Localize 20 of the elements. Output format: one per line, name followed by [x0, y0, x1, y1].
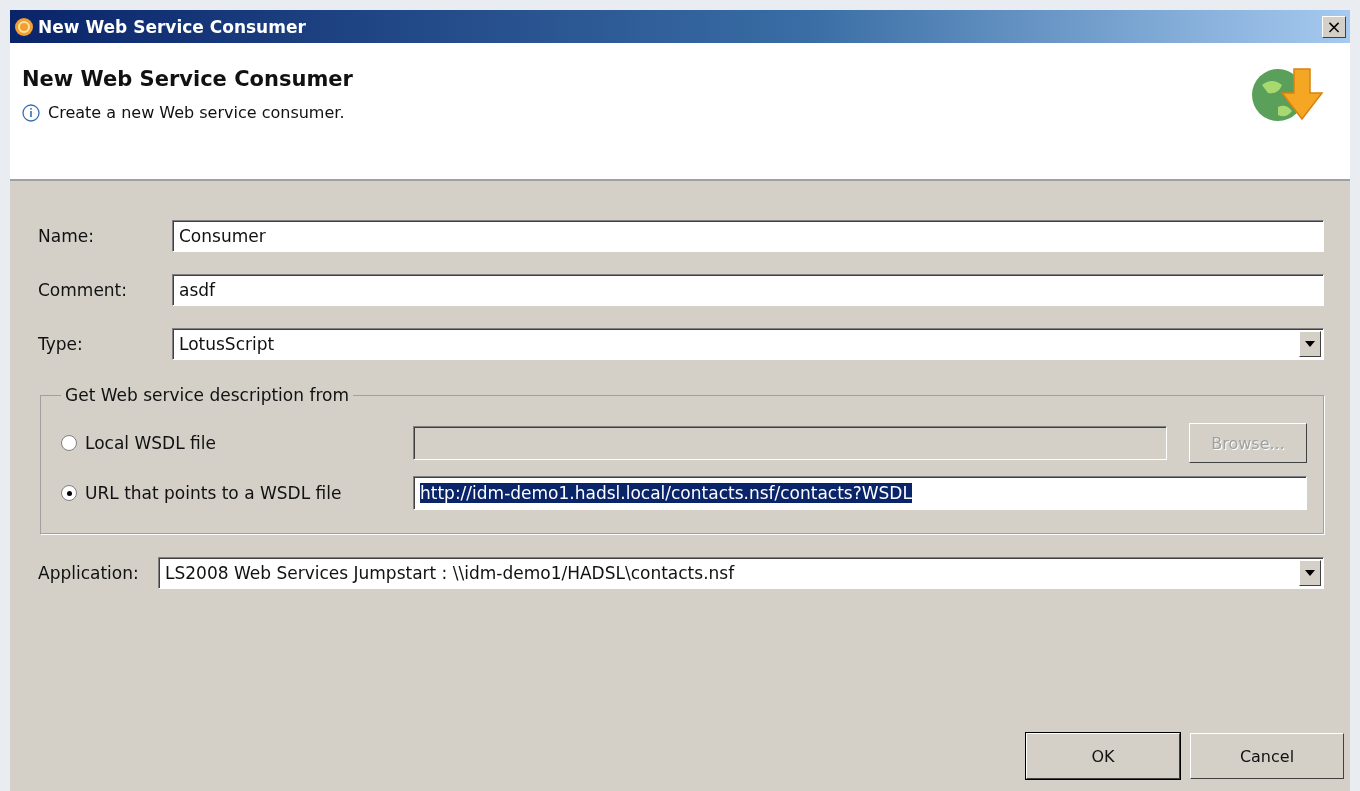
- text-field[interactable]: Consumer: [172, 220, 1324, 252]
- field-label: Application:: [38, 563, 140, 583]
- window-title: New Web Service Consumer: [38, 16, 307, 37]
- field-label: Type:: [38, 334, 84, 354]
- dialog-heading: New Web Service Consumer: [22, 67, 353, 91]
- radio-button[interactable]: [61, 485, 77, 501]
- info-icon: [22, 103, 40, 122]
- info-message: Create a new Web service consumer.: [48, 103, 345, 122]
- application-dropdown[interactable]: LS2008 Web Services Jumpstart : \\idm-demo1/HADSL\contacts.nsf: [158, 557, 1324, 589]
- field-label: Name:: [38, 226, 95, 246]
- group-title: Get Web service description from: [64, 385, 350, 405]
- type-dropdown[interactable]: LotusScript: [172, 328, 1324, 360]
- dialog-button[interactable]: OK: [1026, 733, 1180, 779]
- app-icon: [14, 16, 34, 37]
- dialog-button[interactable]: Cancel: [1190, 733, 1344, 779]
- radio-label[interactable]: URL that points to a WSDL file: [85, 483, 342, 503]
- input-field[interactable]: http://idm-demo1.hadsl.local/contacts.nsf/contacts?WSDL: [413, 476, 1307, 510]
- text-field[interactable]: asdf: [172, 274, 1324, 306]
- close-button[interactable]: ×: [1322, 15, 1346, 38]
- field-label: Comment:: [38, 280, 129, 300]
